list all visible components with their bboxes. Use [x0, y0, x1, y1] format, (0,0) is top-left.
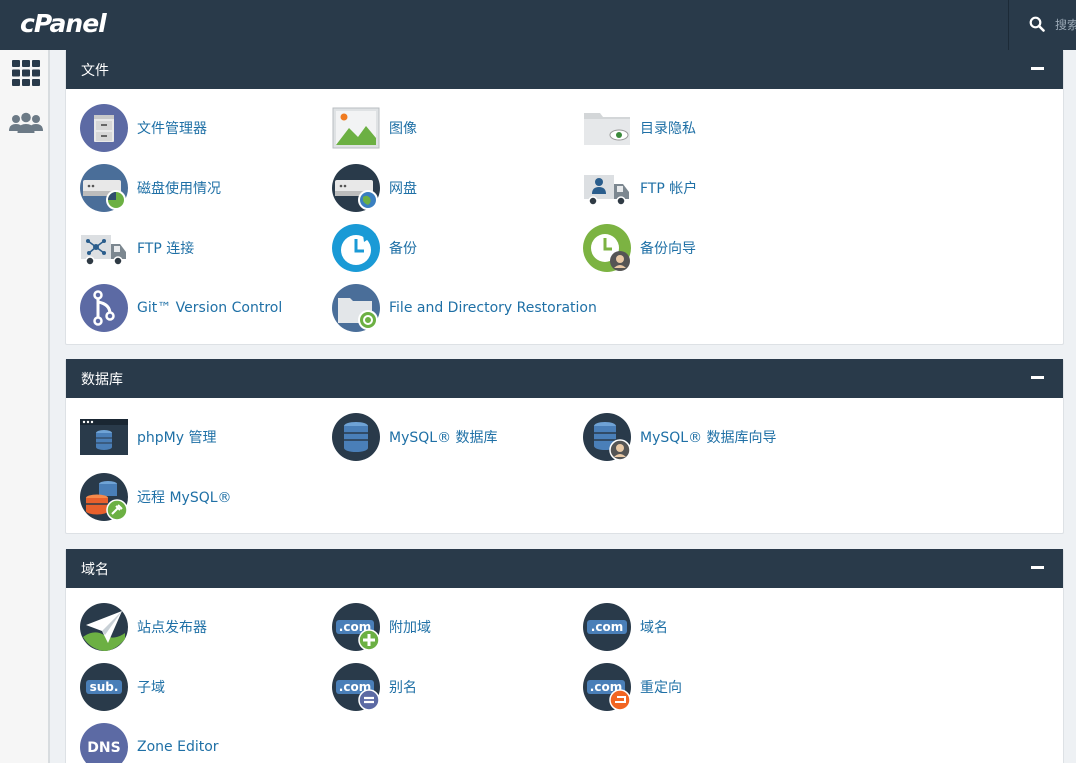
collapse-icon[interactable]: [1031, 376, 1044, 379]
item-label: FTP 连接: [137, 241, 195, 257]
file-restoration-link[interactable]: File and Directory Restoration: [332, 282, 597, 334]
section-header[interactable]: 数据库: [66, 359, 1063, 398]
site-publisher-icon: [80, 603, 128, 651]
collapse-icon[interactable]: [1031, 67, 1044, 70]
item-label: 文件管理器: [137, 121, 207, 137]
git-version-control-link[interactable]: Git™ Version Control: [80, 282, 282, 334]
git-icon: [80, 284, 128, 332]
item-label: 站点发布器: [137, 620, 207, 636]
item-label: File and Directory Restoration: [389, 300, 597, 316]
mysql-databases-link[interactable]: MySQL® 数据库: [332, 411, 498, 463]
domains-icon: .com: [583, 603, 631, 651]
folder-eye-icon: [584, 113, 630, 145]
backup-link[interactable]: 备份: [332, 222, 417, 274]
subdomains-link[interactable]: sub. 子域: [80, 661, 165, 713]
item-label: 附加域: [389, 620, 431, 636]
section-title: 域名: [81, 561, 109, 578]
backup-wizard-link[interactable]: 备份向导: [583, 222, 696, 274]
item-label: MySQL® 数据库向导: [640, 430, 777, 446]
sidebar-item-users[interactable]: [8, 106, 44, 140]
search-area: [1008, 0, 1076, 50]
item-label: phpMy 管理: [137, 430, 217, 446]
file-manager-link[interactable]: 文件管理器: [80, 102, 207, 154]
item-label: 网盘: [389, 181, 417, 197]
svg-text:.com: .com: [591, 620, 623, 634]
phpmyadmin-link[interactable]: phpMy 管理: [80, 411, 216, 463]
search-input[interactable]: [1055, 15, 1076, 35]
item-label: 目录隐私: [640, 121, 696, 137]
users-icon: [9, 112, 43, 133]
item-label: 子域: [137, 680, 165, 696]
section-header[interactable]: 文件: [66, 50, 1063, 89]
file-cabinet-icon: [80, 104, 128, 152]
left-sidebar: [0, 50, 50, 763]
item-label: FTP 帐户: [640, 181, 698, 197]
grid-icon: [12, 60, 40, 86]
item-label: 备份向导: [640, 241, 696, 257]
dns-zone-icon: DNS: [80, 723, 128, 763]
item-label: 图像: [389, 121, 417, 137]
backup-icon: [332, 224, 380, 272]
directory-privacy-link[interactable]: 目录隐私: [583, 102, 696, 154]
redirects-link[interactable]: .com 重定向: [583, 661, 682, 713]
main-content: 文件 文件管理器 图像 目录隐私 磁盘使用情况 网盘 FTP 帐户 FTP 连接…: [50, 50, 1076, 763]
redirect-icon: .com: [583, 663, 631, 711]
section-header[interactable]: 域名: [66, 549, 1063, 588]
ftp-connections-link[interactable]: FTP 连接: [80, 222, 194, 274]
web-disk-icon: [332, 164, 380, 212]
aliases-link[interactable]: .com 别名: [332, 661, 417, 713]
backup-wizard-icon: [583, 224, 631, 272]
section-title: 文件: [81, 62, 109, 79]
item-label: 磁盘使用情况: [137, 181, 221, 197]
section-files: 文件 文件管理器 图像 目录隐私 磁盘使用情况 网盘 FTP 帐户 FTP 连接…: [65, 50, 1064, 345]
item-label: 别名: [389, 680, 417, 696]
item-label: 重定向: [640, 680, 682, 696]
site-publisher-link[interactable]: 站点发布器: [80, 601, 207, 653]
alias-icon: .com: [332, 663, 380, 711]
item-label: MySQL® 数据库: [389, 430, 498, 446]
remote-mysql-icon: [80, 473, 128, 521]
zone-editor-link[interactable]: DNS Zone Editor: [80, 721, 219, 763]
addon-domain-icon: .com: [332, 603, 380, 651]
web-disk-link[interactable]: 网盘: [332, 162, 417, 214]
folder-restore-icon: [332, 284, 380, 332]
section-title: 数据库: [81, 371, 123, 388]
image-icon: [332, 107, 380, 149]
item-label: Zone Editor: [137, 739, 219, 755]
remote-mysql-link[interactable]: 远程 MySQL®: [80, 471, 232, 523]
ftp-account-icon: [584, 175, 629, 206]
item-label: Git™ Version Control: [137, 300, 283, 316]
addon-domains-link[interactable]: .com 附加域: [332, 601, 431, 653]
sidebar-item-home[interactable]: [8, 56, 44, 90]
section-databases: 数据库 phpMy 管理 MySQL® 数据库 MySQL® 数据库向导 远程 …: [65, 359, 1064, 534]
phpmyadmin-icon: [80, 419, 128, 455]
disk-usage-link[interactable]: 磁盘使用情况: [80, 162, 221, 214]
mysql-wizard-link[interactable]: MySQL® 数据库向导: [583, 411, 777, 463]
svg-text:DNS: DNS: [87, 740, 120, 756]
section-domains: 域名 站点发布器 .com 附加域 .com 域名 sub. 子域 .com 别…: [65, 549, 1064, 763]
ftp-accounts-link[interactable]: FTP 帐户: [583, 162, 697, 214]
svg-text:sub.: sub.: [90, 680, 119, 694]
disk-usage-icon: [80, 164, 128, 212]
subdomain-icon: sub.: [80, 663, 128, 711]
collapse-icon[interactable]: [1031, 566, 1044, 569]
ftp-connection-icon: [81, 235, 126, 266]
mysql-wizard-icon: [583, 413, 631, 461]
domains-link[interactable]: .com 域名: [583, 601, 668, 653]
item-label: 远程 MySQL®: [137, 490, 232, 506]
cpanel-logo[interactable]: cPanel: [20, 9, 107, 38]
top-header: cPanel: [0, 0, 1076, 50]
search-icon[interactable]: [1029, 16, 1045, 32]
item-label: 备份: [389, 241, 417, 257]
images-link[interactable]: 图像: [332, 102, 417, 154]
mysql-database-icon: [332, 413, 380, 461]
item-label: 域名: [640, 620, 668, 636]
